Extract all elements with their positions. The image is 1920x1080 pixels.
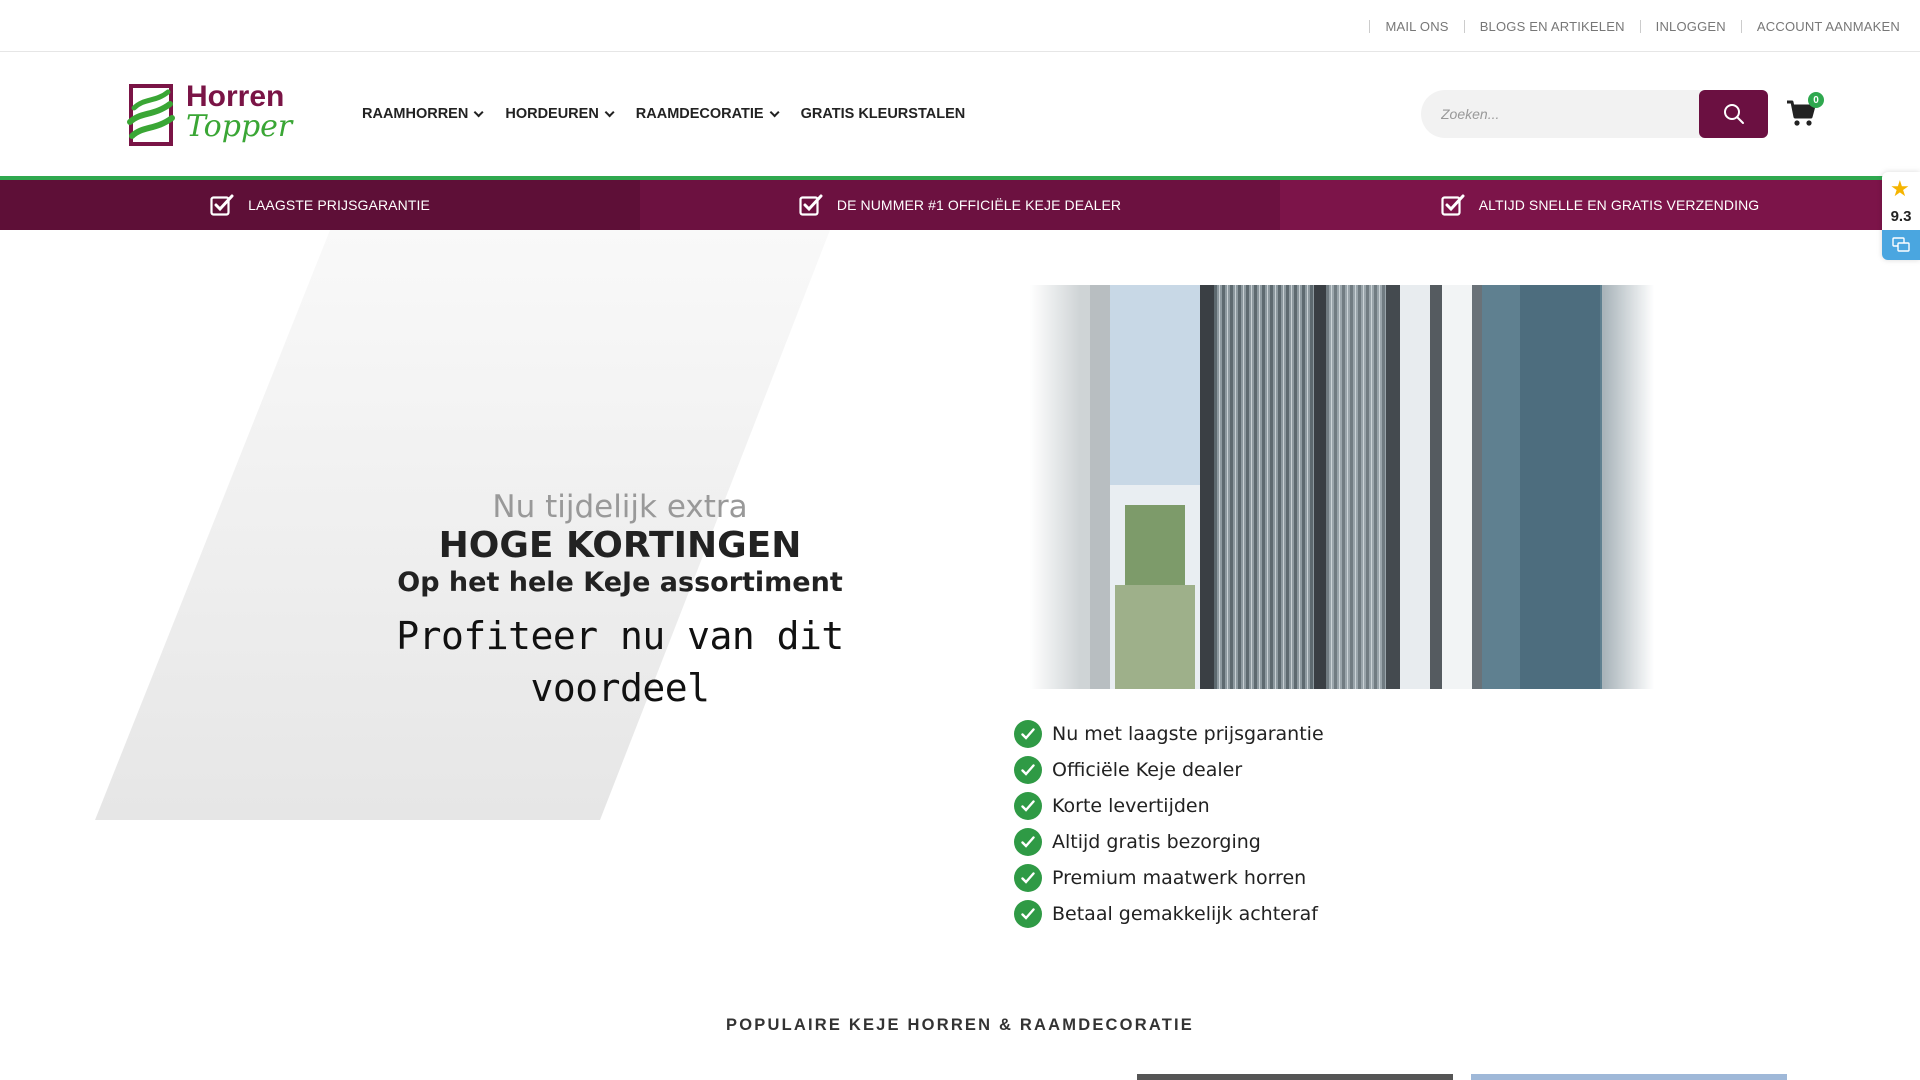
benefit-item: Altijd gratis bezorging	[1014, 824, 1324, 860]
logo-line-1: Horren	[186, 80, 285, 113]
divider	[1463, 19, 1465, 33]
review-score: 9.3	[1890, 208, 1912, 225]
logo-icon	[127, 84, 175, 146]
logo-wordmark: Horren Topper	[186, 82, 292, 142]
divider	[1369, 19, 1371, 33]
nav-gratis-kleurstalen[interactable]: GRATIS KLEURSTALEN	[801, 106, 966, 122]
check-circle-icon	[1014, 864, 1042, 892]
usp-item: DE NUMMER #1 OFFICIËLE KEJE DEALER	[640, 180, 1280, 230]
check-circle-icon	[1014, 900, 1042, 928]
site-header: Horren Topper RAAMHORREN HORDEUREN RAAMD…	[0, 52, 1920, 176]
nav-label: RAAMHORREN	[362, 106, 469, 122]
usp-item: ALTIJD SNELLE EN GRATIS VERZENDING	[1280, 180, 1920, 230]
chat-bubble-icon	[1892, 237, 1910, 252]
section-title: POPULAIRE KEJE HORREN & RAAMDECORATIE	[726, 1016, 1194, 1034]
benefit-label: Altijd gratis bezorging	[1052, 831, 1261, 853]
review-feedback-button[interactable]	[1882, 230, 1920, 260]
chevron-down-icon	[769, 106, 780, 117]
search-bar	[1421, 90, 1768, 138]
checkbox-check-icon	[1441, 194, 1465, 216]
checkbox-check-icon	[210, 194, 234, 216]
check-circle-icon	[1014, 828, 1042, 856]
benefit-label: Premium maatwerk horren	[1052, 867, 1307, 889]
hero-title: HOGE KORTINGEN	[438, 525, 802, 566]
usp-label: LAAGSTE PRIJSGARANTIE	[248, 197, 430, 213]
blogs-link[interactable]: BLOGS EN ARTIKELEN	[1480, 19, 1625, 34]
benefit-item: Premium maatwerk horren	[1014, 860, 1324, 896]
product-card-image[interactable]	[1471, 1074, 1787, 1080]
chevron-down-icon	[604, 106, 615, 117]
nav-raamdecoratie[interactable]: RAAMDECORATIE	[635, 106, 780, 122]
benefit-item: Betaal gemakkelijk achteraf	[1014, 896, 1324, 932]
hero-callout: Profiteer nu van dit voordeel	[396, 614, 844, 710]
review-widget[interactable]: ★ 9.3	[1882, 172, 1920, 260]
product-card-image[interactable]	[1137, 1074, 1453, 1080]
hero-window-screen-image	[1030, 285, 1654, 689]
nav-label: RAAMDECORATIE	[635, 106, 764, 122]
benefit-item: Korte levertijden	[1014, 788, 1324, 824]
mail-ons-link[interactable]: MAIL ONS	[1385, 19, 1448, 34]
usp-item: LAAGSTE PRIJSGARANTIE	[0, 180, 640, 230]
benefit-item: Officiële Keje dealer	[1014, 752, 1324, 788]
nav-raamhorren[interactable]: RAAMHORREN	[362, 106, 484, 122]
divider	[1740, 19, 1742, 33]
check-circle-icon	[1014, 720, 1042, 748]
top-links: MAIL ONS BLOGS EN ARTIKELEN INLOGGEN ACC…	[1354, 0, 1900, 52]
benefit-label: Officiële Keje dealer	[1052, 759, 1243, 781]
usp-band: LAAGSTE PRIJSGARANTIE DE NUMMER #1 OFFIC…	[0, 176, 1920, 230]
nav-label: HORDEUREN	[505, 106, 599, 122]
create-account-link[interactable]: ACCOUNT AANMAKEN	[1757, 19, 1900, 34]
hero-subtitle: Nu tijdelijk extra	[492, 489, 748, 525]
check-circle-icon	[1014, 792, 1042, 820]
hero-tagline: Op het hele KeJe assortiment	[397, 567, 843, 598]
benefit-item: Nu met laagste prijsgarantie	[1014, 716, 1324, 752]
top-utility-bar: MAIL ONS BLOGS EN ARTIKELEN INLOGGEN ACC…	[0, 0, 1920, 52]
star-icon: ★	[1890, 176, 1910, 201]
benefit-label: Korte levertijden	[1052, 795, 1210, 817]
usp-label: DE NUMMER #1 OFFICIËLE KEJE DEALER	[836, 197, 1122, 213]
hero-text: Nu tijdelijk extra HOGE KORTINGEN Op het…	[320, 488, 920, 714]
divider	[1639, 19, 1641, 33]
cart-count-badge: 0	[1808, 92, 1824, 108]
logo-line-2: Topper	[186, 109, 293, 144]
nav-label: GRATIS KLEURSTALEN	[800, 106, 966, 122]
search-icon	[1723, 104, 1744, 124]
chevron-down-icon	[474, 106, 484, 117]
benefit-label: Betaal gemakkelijk achteraf	[1052, 903, 1318, 925]
search-button[interactable]	[1699, 90, 1768, 138]
usp-label: ALTIJD SNELLE EN GRATIS VERZENDING	[1478, 197, 1760, 213]
check-circle-icon	[1014, 756, 1042, 784]
main-navigation: RAAMHORREN HORDEUREN RAAMDECORATIE GRATI…	[362, 52, 990, 176]
nav-hordeuren[interactable]: HORDEUREN	[505, 106, 615, 122]
benefit-label: Nu met laagste prijsgarantie	[1052, 723, 1324, 745]
benefits-list: Nu met laagste prijsgarantie Officiële K…	[1014, 716, 1324, 932]
search-input[interactable]	[1421, 90, 1699, 138]
site-logo[interactable]: Horren Topper	[126, 82, 292, 148]
checkbox-check-icon	[799, 194, 823, 216]
login-link[interactable]: INLOGGEN	[1656, 19, 1726, 34]
